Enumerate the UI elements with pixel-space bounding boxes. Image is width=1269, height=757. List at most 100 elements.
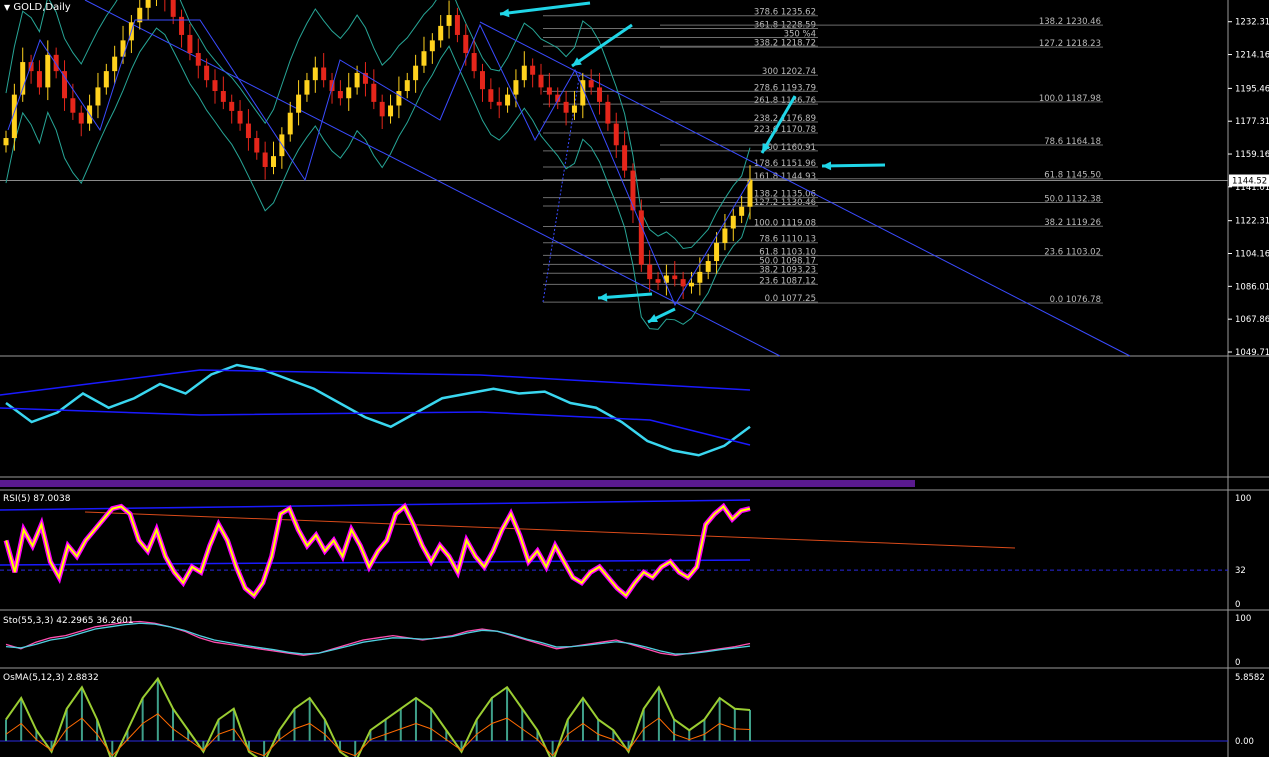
candle-body	[170, 0, 176, 17]
chart-title[interactable]: ▼ GOLD,Daily	[4, 2, 71, 14]
axis-tick-label: 1214.16	[1235, 51, 1269, 61]
candle-body	[229, 101, 235, 111]
axis-tick-label: 1067.86	[1235, 315, 1269, 325]
fib-label: 23.6 1087.12	[759, 276, 816, 286]
axis-tick-label: 1177.31	[1235, 117, 1269, 127]
candle-body	[271, 156, 277, 167]
volume-strip	[0, 480, 915, 487]
fib-label: 38.2 1093.23	[759, 265, 816, 275]
candle-body	[245, 123, 251, 139]
arrow-head	[598, 292, 608, 302]
candle-body	[471, 53, 477, 72]
axis-tick-label: 1159.16	[1235, 150, 1269, 160]
candle-body	[204, 65, 210, 81]
candle-body	[312, 67, 318, 81]
candle-body	[688, 282, 694, 287]
candle-body	[237, 110, 243, 124]
candle-body	[187, 34, 193, 54]
candle-body	[647, 264, 653, 280]
candle-body	[70, 98, 76, 113]
annotation-arrows	[499, 1, 886, 324]
rsi-axis-label: 32	[1235, 566, 1246, 576]
candle-body	[413, 65, 419, 81]
triangle-down-icon[interactable]: ▼	[4, 3, 10, 12]
candle-body	[112, 56, 118, 72]
candle-body	[546, 87, 552, 95]
candle-body	[321, 67, 327, 81]
candle-body	[262, 152, 268, 167]
candle-body	[655, 279, 661, 283]
fib-label: 261.8 1186.76	[754, 96, 816, 106]
candle-body	[404, 80, 410, 92]
candle-body	[145, 0, 151, 8]
candle-body	[421, 51, 427, 66]
candle-body	[53, 54, 59, 72]
candle-body	[429, 40, 435, 52]
axis-tick-label: 1049.71	[1235, 348, 1269, 358]
candle-body	[454, 15, 460, 35]
candle-body	[62, 71, 68, 99]
fibonacci-levels: 378.6 1235.62361.8 1228.59350 %4338.2 12…	[0, 8, 1228, 305]
candle-body	[337, 91, 343, 99]
blue-band-upper	[0, 369, 751, 396]
candle-body	[563, 101, 569, 113]
fib-label: 378.6 1235.62	[754, 8, 816, 18]
price-axis: 1232.311214.161195.461177.311159.161141.…	[1228, 18, 1269, 747]
arrow-shaft	[821, 163, 886, 168]
candle-body	[379, 101, 385, 117]
current-price-label: 1144.52	[1232, 177, 1267, 187]
fib-label: 78.6 1110.13	[759, 235, 816, 245]
candle-body	[530, 65, 536, 75]
fib-label: 200 1160.91	[762, 143, 816, 153]
fib-label: 300 1202.74	[762, 67, 816, 77]
candle-body	[613, 123, 619, 146]
axis-tick-label: 1195.46	[1235, 84, 1269, 94]
rsi-pane	[0, 499, 1228, 600]
price-chart[interactable]: 378.6 1235.62361.8 1228.59350 %4338.2 12…	[0, 0, 1269, 757]
osma-label: OsMA(5,12,3) 2.8832	[3, 673, 99, 683]
rsi-axis-label: 100	[1235, 494, 1251, 504]
candle-body	[479, 71, 485, 90]
candle-body	[195, 53, 201, 66]
candle-body	[714, 242, 720, 262]
rsi-label: RSI(5) 87.0038	[3, 494, 71, 504]
blue-band-lower	[0, 407, 751, 446]
chart-window[interactable]: 378.6 1235.62 361.8 1228.59 350 %4 338.2 12…	[0, 0, 1269, 757]
candle-body	[346, 87, 352, 99]
candle-body	[304, 80, 310, 95]
candle-body	[396, 91, 402, 106]
axis-tick-label: 1232.31	[1235, 18, 1269, 28]
candle-body	[438, 25, 444, 41]
fib-label: 38.2 1119.26	[1044, 218, 1101, 228]
rsi-trendline	[84, 511, 1016, 549]
candle-body	[538, 74, 544, 88]
candle-body	[513, 80, 519, 95]
candle-body	[488, 89, 494, 102]
cyan-oscillator	[5, 363, 751, 457]
fib-label: 78.6 1164.18	[1044, 137, 1101, 147]
fib-label: 127.2 1218.23	[1039, 39, 1101, 49]
candle-body	[705, 261, 711, 272]
fib-label: 100.0 1119.08	[754, 219, 816, 229]
candle-body	[521, 65, 527, 81]
candle-body	[3, 138, 9, 146]
candle-body	[354, 72, 360, 88]
fib-label: 138.2 1230.46	[1039, 17, 1101, 27]
candle-body	[36, 71, 42, 88]
arrow-shaft	[571, 23, 633, 68]
candle-body	[220, 91, 226, 102]
candle-body	[496, 101, 502, 106]
fib-label: 50.0 1132.38	[1044, 194, 1101, 204]
fib-label: 100.0 1187.98	[1039, 94, 1101, 104]
osma-axis-label: 0.00	[1235, 737, 1254, 747]
axis-tick-label: 1122.31	[1235, 217, 1269, 227]
osma-axis-label: 5.8582	[1235, 673, 1265, 683]
bollinger-bands	[5, 0, 751, 330]
candle-body	[120, 40, 126, 57]
candle-body	[371, 83, 377, 102]
candle-body	[697, 271, 703, 283]
axis-tick-label: 1086.01	[1235, 282, 1269, 292]
candle-body	[45, 54, 51, 88]
candle-body	[571, 105, 577, 113]
candle-body	[78, 112, 84, 124]
